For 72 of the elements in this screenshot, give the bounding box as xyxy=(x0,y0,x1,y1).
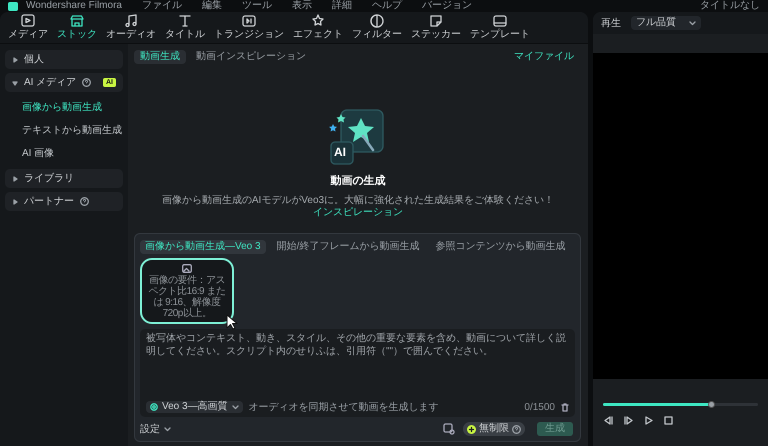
target-icon xyxy=(150,403,158,411)
text-icon xyxy=(177,13,193,29)
prompt-field[interactable]: 被写体やコンテキスト、動き、スタイル、その他の重要な要素を含め、動画について詳しく説明してください。スクリプト内のせりふは、引用符（""）で囲んでください。 Veo 3—高画質 オーディオを同期させて動画を生成します 0/1500 xyxy=(140,329,575,417)
generator-tab[interactable]: 画像から動画生成—Veo 3 xyxy=(140,240,266,254)
toolbar-tab[interactable]: ステッカー xyxy=(411,13,461,43)
sidebar-item[interactable]: 画像から動画生成 xyxy=(5,96,123,119)
app-title: Wondershare Filmora xyxy=(26,1,122,11)
menu-item[interactable]: 詳細 xyxy=(332,1,352,11)
music-note-icon xyxy=(123,13,139,29)
toolbar-tab[interactable]: タイトル xyxy=(165,13,205,43)
generator-tab[interactable]: 参照コンテンツから動画生成 xyxy=(430,240,570,254)
play-frame-icon xyxy=(20,13,36,29)
caret-right-icon xyxy=(12,198,18,204)
quality-select[interactable]: フル品質 xyxy=(631,16,701,30)
sticker-icon xyxy=(428,13,444,29)
menu-item[interactable]: ツール xyxy=(242,1,272,11)
menu-item[interactable]: バージョン xyxy=(422,1,472,11)
caret-down-icon xyxy=(12,80,18,86)
play-icon xyxy=(643,415,654,426)
chevron-down-icon xyxy=(689,20,696,26)
progress-thumb[interactable] xyxy=(708,401,715,408)
app-logo-icon xyxy=(8,2,18,10)
playback-label: 再生 xyxy=(601,16,621,30)
image-settings-button[interactable] xyxy=(443,423,455,435)
sidebar-item[interactable]: テキストから動画生成 xyxy=(5,119,123,142)
credits-button[interactable]: 無制限 xyxy=(463,422,525,436)
progress-track[interactable] xyxy=(603,403,758,406)
step-forward-icon xyxy=(623,415,634,426)
step-back-icon xyxy=(603,415,614,426)
toolbar-tab[interactable]: メディア xyxy=(8,13,48,43)
ai-logo-text: AI xyxy=(334,146,346,158)
content-tab[interactable]: 動画インスピレーション xyxy=(190,50,312,64)
toolbar-tab[interactable]: ストック xyxy=(57,13,97,43)
sidebar-group[interactable]: 個人 xyxy=(5,50,123,69)
caret-right-icon xyxy=(12,176,18,182)
chevron-down-icon xyxy=(164,426,171,432)
inspiration-link[interactable]: インスピレーション xyxy=(313,207,403,220)
image-icon xyxy=(443,423,455,435)
menu-item[interactable]: 表示 xyxy=(292,1,312,11)
hero-title: 動画の生成 xyxy=(330,174,386,189)
sidebar-item[interactable]: AI 画像 xyxy=(5,142,123,165)
store-icon xyxy=(69,13,85,29)
plus-icon xyxy=(467,424,476,434)
help-icon xyxy=(512,424,521,434)
pointer-cursor-icon xyxy=(226,314,240,330)
trash-icon xyxy=(561,402,569,412)
transition-icon xyxy=(241,13,257,29)
hero-description: 画像から動画生成のAIモデルがVeo3に。大幅に強化された生成結果をご体験ください！ xyxy=(162,194,554,207)
audio-sync-hint: オーディオを同期させて動画を生成します xyxy=(248,400,439,414)
template-icon xyxy=(492,13,508,29)
toolbar-tab[interactable]: テンプレート xyxy=(470,13,530,43)
image-icon xyxy=(182,264,192,272)
settings-dropdown[interactable]: 設定 xyxy=(140,422,171,436)
stop-icon xyxy=(663,415,674,426)
toolbar-tab[interactable]: エフェクト xyxy=(293,13,343,43)
content-tab[interactable]: 動画生成 xyxy=(134,50,186,64)
chevron-down-icon xyxy=(232,404,239,410)
half-circle-icon xyxy=(369,13,385,29)
sidebar-group[interactable]: パートナー xyxy=(5,192,123,211)
my-files-link[interactable]: マイファイル xyxy=(514,49,574,64)
toolbar-tab[interactable]: トランジション xyxy=(214,13,284,43)
document-title: タイトルなし xyxy=(700,1,760,11)
toolbar-tab[interactable]: フィルター xyxy=(352,13,402,43)
toolbar-tab[interactable]: オーディオ xyxy=(106,13,156,43)
menu-item[interactable]: 編集 xyxy=(202,1,222,11)
upload-hint: 画像の要件：アスペクト比16:9 または 9:16、解像度720p以上。 xyxy=(148,274,226,318)
model-select[interactable]: Veo 3—高画質 xyxy=(146,401,243,413)
generator-tab[interactable]: 開始/終了フレームから動画生成 xyxy=(272,240,424,254)
menu-item[interactable]: ファイル xyxy=(142,1,182,11)
sidebar-group[interactable]: ライブラリ xyxy=(5,169,123,188)
character-counter: 0/1500 xyxy=(524,400,555,414)
caret-right-icon xyxy=(12,56,18,62)
